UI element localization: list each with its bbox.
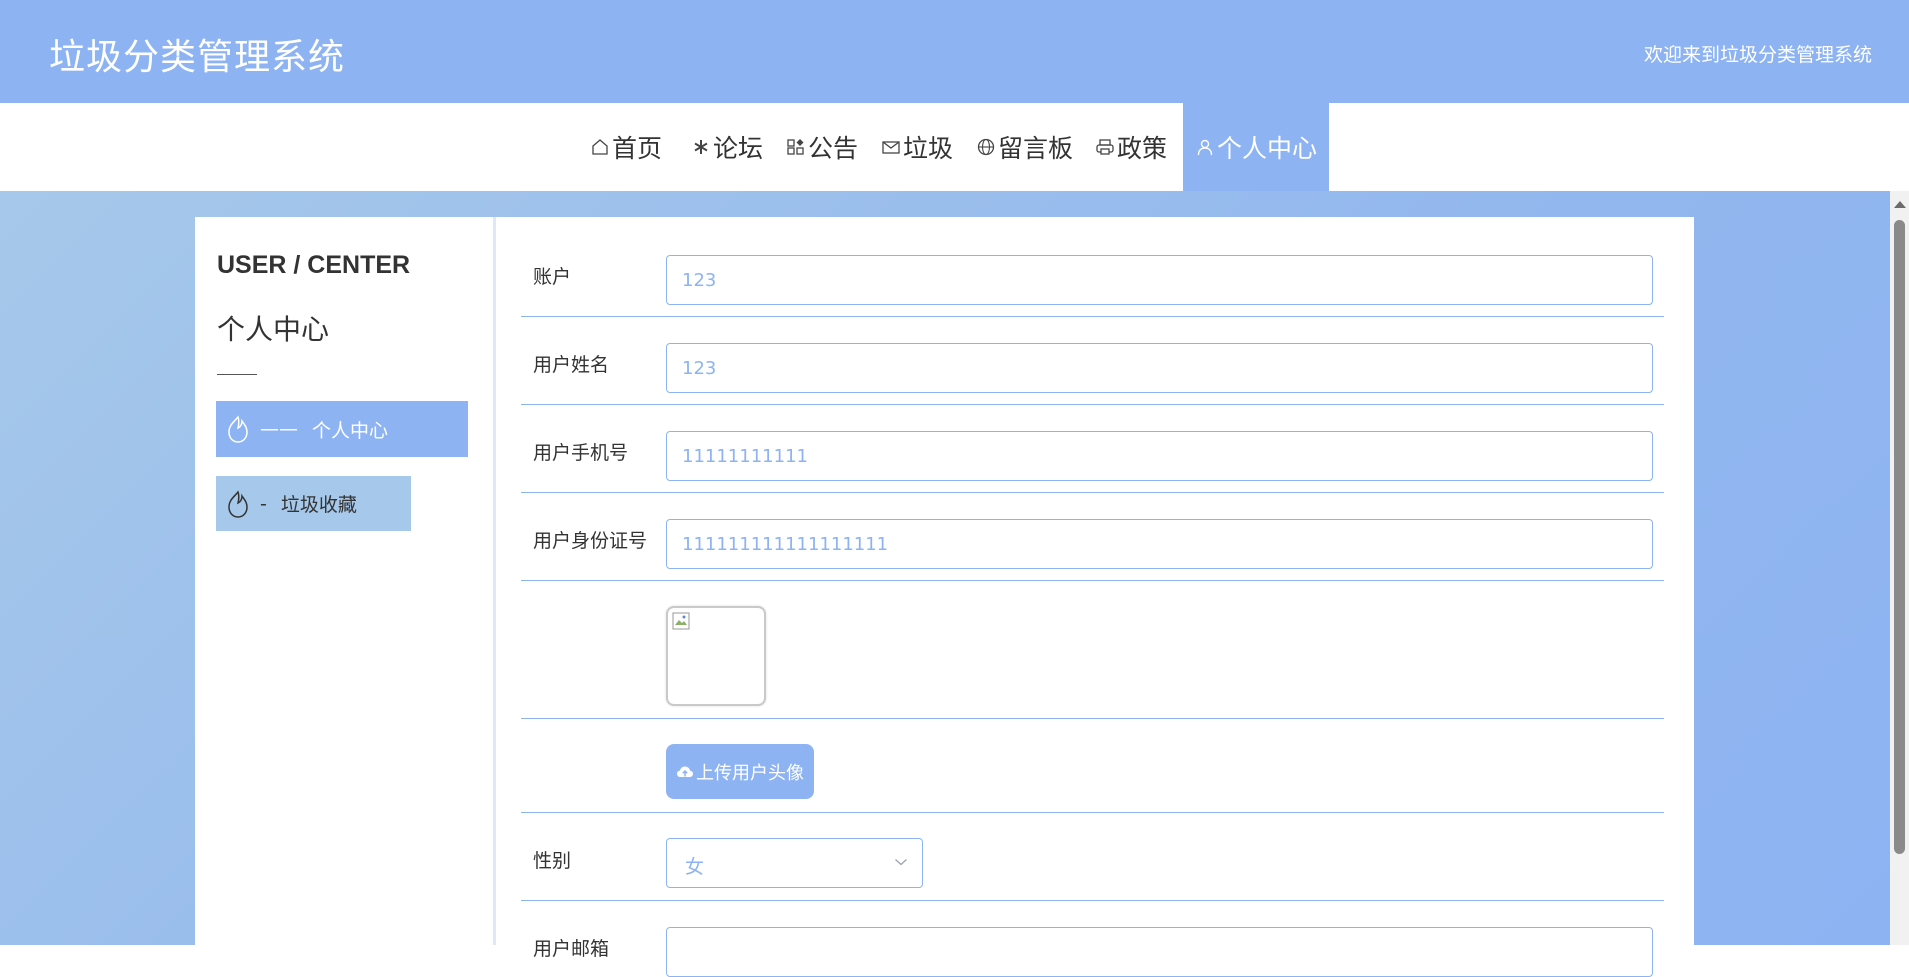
cloud-upload-icon: [677, 766, 693, 777]
snowflake-icon: [694, 140, 708, 154]
user-info-form: 账户 用户姓名 用户手机号 用户身份证号 上传用户头像 性别 女 用户邮箱: [496, 217, 1694, 977]
home-icon: [592, 139, 608, 155]
sidebar-item-garbage-favorites[interactable]: - 垃圾收藏: [216, 476, 411, 531]
nav-label-message-board: 留言板: [998, 134, 1074, 163]
nav-label-home: 首页: [612, 134, 663, 163]
sidebar-title-en: USER / CENTER: [217, 251, 411, 279]
flame-icon: [228, 415, 248, 443]
welcome-text: 欢迎来到垃圾分类管理系统: [1643, 44, 1872, 66]
nav-item-user-center[interactable]: 个人中心: [1183, 103, 1329, 191]
account-label: 账户: [533, 266, 572, 288]
form-row-account: 账户: [521, 217, 1664, 317]
username-input[interactable]: [666, 343, 1653, 393]
mail-icon: [882, 141, 900, 154]
id-number-label: 用户身份证号: [533, 530, 648, 552]
upload-avatar-button[interactable]: 上传用户头像: [666, 744, 814, 799]
printer-icon: [1096, 139, 1114, 155]
sidebar-title-cn: 个人中心: [217, 313, 330, 346]
page-scrollbar[interactable]: [1890, 191, 1909, 945]
user-sidebar: USER / CENTER 个人中心 —— 个人中心 - 垃圾收藏: [195, 217, 493, 945]
app-title: 垃圾分类管理系统: [49, 37, 346, 78]
nav-item-policy[interactable]: 政策: [1095, 103, 1167, 191]
nav-label-garbage: 垃圾: [903, 134, 954, 163]
nav-label-forum: 论坛: [713, 134, 764, 163]
sidebar-item-prefix: ——: [260, 418, 298, 440]
nav-label-user-center: 个人中心: [1216, 134, 1317, 163]
avatar-image: [666, 606, 766, 706]
nav-item-forum[interactable]: 论坛: [691, 103, 763, 191]
form-row-phone: 用户手机号: [521, 405, 1664, 493]
nav-label-policy: 政策: [1117, 134, 1168, 163]
sidebar-item-user-center[interactable]: —— 个人中心: [216, 401, 468, 457]
upload-button-label: 上传用户头像: [696, 762, 804, 784]
form-row-avatar: [521, 581, 1664, 719]
scroll-up-arrow-icon[interactable]: [1894, 201, 1906, 208]
globe-icon: [977, 138, 995, 156]
email-input[interactable]: [666, 927, 1653, 977]
form-row-id-number: 用户身份证号: [521, 493, 1664, 581]
grid-icon: [787, 139, 804, 155]
nav-item-notice[interactable]: 公告: [786, 103, 858, 191]
email-label: 用户邮箱: [533, 938, 610, 960]
scroll-thumb[interactable]: [1894, 220, 1905, 854]
phone-input[interactable]: [666, 431, 1653, 481]
sidebar-item-label: 个人中心: [312, 419, 389, 442]
sidebar-divider: [217, 374, 257, 375]
form-row-email: 用户邮箱: [521, 901, 1664, 977]
id-number-input[interactable]: [666, 519, 1653, 569]
nav-item-home[interactable]: 首页: [590, 103, 662, 191]
broken-image-icon: [672, 612, 690, 630]
phone-label: 用户手机号: [533, 442, 629, 464]
form-row-username: 用户姓名: [521, 317, 1664, 405]
form-row-gender: 性别 女: [521, 813, 1664, 901]
nav-label-notice: 公告: [808, 134, 859, 163]
username-label: 用户姓名: [533, 354, 610, 376]
nav-item-garbage[interactable]: 垃圾: [881, 103, 953, 191]
gender-select-value: 女: [685, 856, 705, 878]
gender-label: 性别: [533, 850, 572, 872]
flame-icon: [228, 489, 248, 518]
main-nav: 首页 论坛 公告 垃圾 留言板 政策 个人中心: [0, 103, 1909, 191]
user-icon: [1197, 139, 1213, 156]
sidebar-item-prefix: -: [260, 492, 267, 515]
form-row-upload: 上传用户头像: [521, 719, 1664, 813]
gender-select[interactable]: 女: [666, 838, 923, 888]
sidebar-item-label: 垃圾收藏: [280, 494, 357, 516]
app-header: 垃圾分类管理系统 欢迎来到垃圾分类管理系统: [0, 0, 1909, 103]
account-input[interactable]: [666, 255, 1653, 305]
nav-item-message-board[interactable]: 留言板: [976, 103, 1073, 191]
chevron-down-icon: [895, 859, 907, 866]
